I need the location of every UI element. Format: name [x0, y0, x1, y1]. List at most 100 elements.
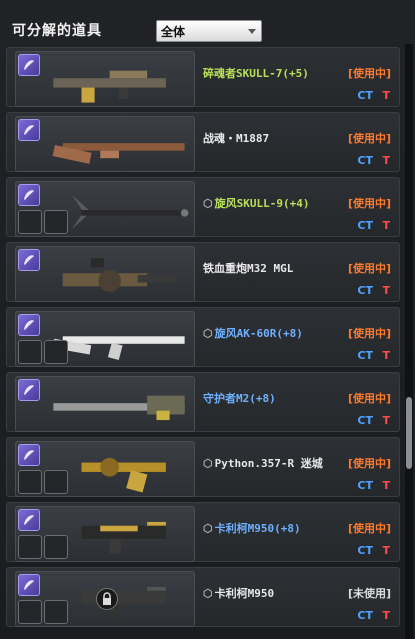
set-mark-icon: ⬡ [203, 457, 213, 470]
ct-side-badge: CT [357, 609, 373, 622]
panel-title: 可分解的道具 [12, 23, 102, 39]
weapon-image [44, 251, 194, 305]
item-name: 战魂・M1887 [203, 130, 269, 146]
enhance-slot [44, 340, 68, 364]
set-mark-icon: ⬡ [203, 327, 213, 340]
t-side-badge: T [382, 154, 390, 167]
filter-dropdown[interactable]: 全体 [156, 20, 262, 42]
item-name: ⬡ Python.357-R 迷城 [203, 455, 323, 471]
ct-side-badge: CT [357, 284, 373, 297]
item-thumbnail [15, 441, 195, 497]
list-item[interactable]: 战魂・M1887 [使用中] CT T [6, 112, 400, 172]
ct-side-badge: CT [357, 349, 373, 362]
panel-header: 可分解的道具 全体 [0, 0, 415, 44]
item-status: [使用中] [347, 522, 391, 535]
set-mark-icon: ⬡ [203, 197, 213, 210]
chevron-down-icon[interactable] [248, 29, 256, 34]
weapon-image [44, 121, 194, 175]
ct-side-badge: CT [357, 414, 373, 427]
list-item[interactable]: ⬡ 卡利柯M950 [未使用] CT T [6, 567, 400, 627]
item-thumbnail [15, 311, 195, 367]
item-name-text: 旋风AK-60R(+8) [214, 327, 303, 340]
item-name-text: 守护者M2(+8) [203, 392, 276, 405]
item-status: [使用中] [347, 67, 391, 80]
feather-icon [18, 444, 40, 466]
item-status: [使用中] [347, 197, 391, 210]
list-item[interactable]: ⬡ 旋风SKULL-9(+4) [使用中] CT T [6, 177, 400, 237]
list-item[interactable]: ⬡ 旋风AK-60R(+8) [使用中] CT T [6, 307, 400, 367]
ct-side-badge: CT [357, 479, 373, 492]
item-thumbnail [15, 376, 195, 432]
item-name: 铁血重炮M32 MGL [203, 260, 293, 276]
scrollbar[interactable] [405, 44, 413, 639]
feather-icon [18, 119, 40, 141]
t-side-badge: T [382, 219, 390, 232]
ct-side-badge: CT [357, 154, 373, 167]
set-mark-icon: ⬡ [203, 522, 213, 535]
item-status: [使用中] [347, 262, 391, 275]
t-side-badge: T [382, 349, 390, 362]
enhance-slot [18, 470, 42, 494]
t-side-badge: T [382, 479, 390, 492]
enhance-slot [18, 210, 42, 234]
t-side-badge: T [382, 89, 390, 102]
lock-icon [96, 588, 118, 610]
item-thumbnail [15, 181, 195, 237]
weapon-image [44, 381, 194, 435]
enhance-slot [44, 470, 68, 494]
list-item[interactable]: 守护者M2(+8) [使用中] CT T [6, 372, 400, 432]
item-name: ⬡ 卡利柯M950 [203, 585, 274, 601]
item-thumbnail [15, 506, 195, 562]
item-thumbnail [15, 51, 195, 107]
ct-side-badge: CT [357, 89, 373, 102]
set-mark-icon: ⬡ [203, 587, 213, 600]
feather-icon [18, 184, 40, 206]
item-name-text: 卡利柯M950(+8) [214, 522, 301, 535]
decompose-items-panel: 可分解的道具 全体 碎魂者SKULL-7(+5) [使用中] CT T 战魂・M1887… [0, 0, 415, 639]
filter-selected-value: 全体 [161, 25, 186, 39]
item-status: [使用中] [347, 327, 391, 340]
item-name: ⬡ 旋风SKULL-9(+4) [203, 195, 309, 211]
feather-icon [18, 574, 40, 596]
item-status: [使用中] [347, 392, 391, 405]
item-name-text: 卡利柯M950 [214, 587, 275, 600]
t-side-badge: T [382, 609, 390, 622]
item-name-text: Python.357-R 迷城 [214, 457, 323, 470]
t-side-badge: T [382, 544, 390, 557]
ct-side-badge: CT [357, 219, 373, 232]
enhance-slot [44, 600, 68, 624]
feather-icon [18, 509, 40, 531]
list-item[interactable]: 铁血重炮M32 MGL [使用中] CT T [6, 242, 400, 302]
enhance-slot [44, 535, 68, 559]
item-name: 碎魂者SKULL-7(+5) [203, 65, 309, 81]
enhance-slot [44, 210, 68, 234]
list-item[interactable]: 碎魂者SKULL-7(+5) [使用中] CT T [6, 47, 400, 107]
item-name-text: 旋风SKULL-9(+4) [214, 197, 310, 210]
item-name-text: 碎魂者SKULL-7(+5) [203, 67, 309, 80]
t-side-badge: T [382, 284, 390, 297]
weapon-image [44, 56, 194, 110]
item-name-text: 铁血重炮M32 MGL [203, 262, 294, 275]
ct-side-badge: CT [357, 544, 373, 557]
feather-icon [18, 249, 40, 271]
item-status: [使用中] [347, 457, 391, 470]
item-thumbnail [15, 571, 195, 627]
scrollbar-thumb[interactable] [406, 397, 412, 469]
feather-icon [18, 379, 40, 401]
item-thumbnail [15, 246, 195, 302]
item-thumbnail [15, 116, 195, 172]
item-name: 守护者M2(+8) [203, 390, 276, 406]
item-name: ⬡ 旋风AK-60R(+8) [203, 325, 303, 341]
list-item[interactable]: ⬡ 卡利柯M950(+8) [使用中] CT T [6, 502, 400, 562]
enhance-slot [18, 600, 42, 624]
feather-icon [18, 54, 40, 76]
enhance-slot [18, 535, 42, 559]
feather-icon [18, 314, 40, 336]
item-list: 碎魂者SKULL-7(+5) [使用中] CT T 战魂・M1887 [使用中] CT T ⬡ 旋… [0, 44, 403, 639]
item-name-text: 战魂・M1887 [203, 132, 270, 145]
t-side-badge: T [382, 414, 390, 427]
item-status: [未使用] [347, 587, 391, 600]
item-status: [使用中] [347, 132, 391, 145]
item-name: ⬡ 卡利柯M950(+8) [203, 520, 301, 536]
list-item[interactable]: ⬡ Python.357-R 迷城 [使用中] CT T [6, 437, 400, 497]
